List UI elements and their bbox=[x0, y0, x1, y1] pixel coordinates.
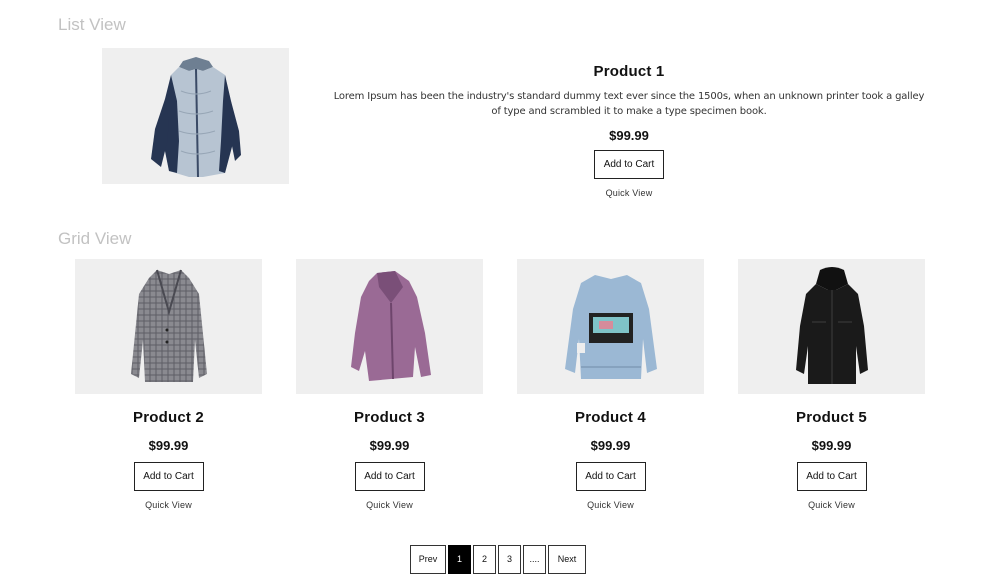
pagination: Prev 1 2 3 .... Next bbox=[410, 545, 586, 574]
black-parka-icon bbox=[795, 266, 868, 384]
list-product-info: Product 1 Lorem Ipsum has been the indus… bbox=[330, 60, 928, 198]
product-card: Product 4 $99.99 Add to Cart Quick View bbox=[517, 259, 704, 510]
list-view-title: List View bbox=[58, 15, 126, 34]
quick-view-link[interactable]: Quick View bbox=[296, 500, 483, 510]
quick-view-link[interactable]: Quick View bbox=[75, 500, 262, 510]
grey-quilted-jacket-icon bbox=[150, 57, 241, 178]
denim-jacket-icon bbox=[564, 274, 657, 379]
product-price: $99.99 bbox=[811, 438, 852, 453]
product-title: Product 4 bbox=[575, 409, 646, 426]
product-image[interactable] bbox=[738, 259, 925, 394]
quick-view-link[interactable]: Quick View bbox=[330, 188, 928, 198]
product-card: Product 3 $99.99 Add to Cart Quick View bbox=[296, 259, 483, 510]
product-image[interactable] bbox=[296, 259, 483, 394]
add-to-cart-button[interactable]: Add to Cart bbox=[796, 462, 867, 491]
add-to-cart-button[interactable]: Add to Cart bbox=[594, 150, 664, 179]
quick-view-link[interactable]: Quick View bbox=[517, 500, 704, 510]
product-title: Product 2 bbox=[133, 409, 204, 426]
product-price: $99.99 bbox=[369, 438, 410, 453]
prev-page-button[interactable]: Prev bbox=[410, 545, 446, 574]
add-to-cart-button[interactable]: Add to Cart bbox=[575, 462, 646, 491]
product-image[interactable] bbox=[75, 259, 262, 394]
product-price: $99.99 bbox=[148, 438, 189, 453]
product-card: Product 2 $99.99 Add to Cart Quick View bbox=[75, 259, 262, 510]
plaid-coat-icon bbox=[130, 269, 207, 382]
purple-hoodie-icon bbox=[350, 270, 431, 381]
product-card: Product 5 $99.99 Add to Cart Quick View bbox=[738, 259, 925, 510]
next-page-button[interactable]: Next bbox=[548, 545, 586, 574]
product-title: Product 5 bbox=[796, 409, 867, 426]
product-price: $99.99 bbox=[590, 438, 631, 453]
product-description: Lorem Ipsum has been the industry's stan… bbox=[333, 91, 925, 117]
product-title: Product 1 bbox=[593, 63, 665, 80]
product-image[interactable] bbox=[517, 259, 704, 394]
page-2-button[interactable]: 2 bbox=[473, 545, 496, 574]
page-3-button[interactable]: 3 bbox=[498, 545, 521, 574]
list-product-image[interactable] bbox=[102, 48, 289, 184]
product-price: $99.99 bbox=[609, 128, 649, 143]
grid-view-title: Grid View bbox=[58, 229, 132, 248]
quick-view-link[interactable]: Quick View bbox=[738, 500, 925, 510]
add-to-cart-button[interactable]: Add to Cart bbox=[354, 462, 425, 491]
page-1-button[interactable]: 1 bbox=[448, 545, 471, 574]
ellipsis-button[interactable]: .... bbox=[523, 545, 546, 574]
product-title: Product 3 bbox=[354, 409, 425, 426]
add-to-cart-button[interactable]: Add to Cart bbox=[133, 462, 204, 491]
